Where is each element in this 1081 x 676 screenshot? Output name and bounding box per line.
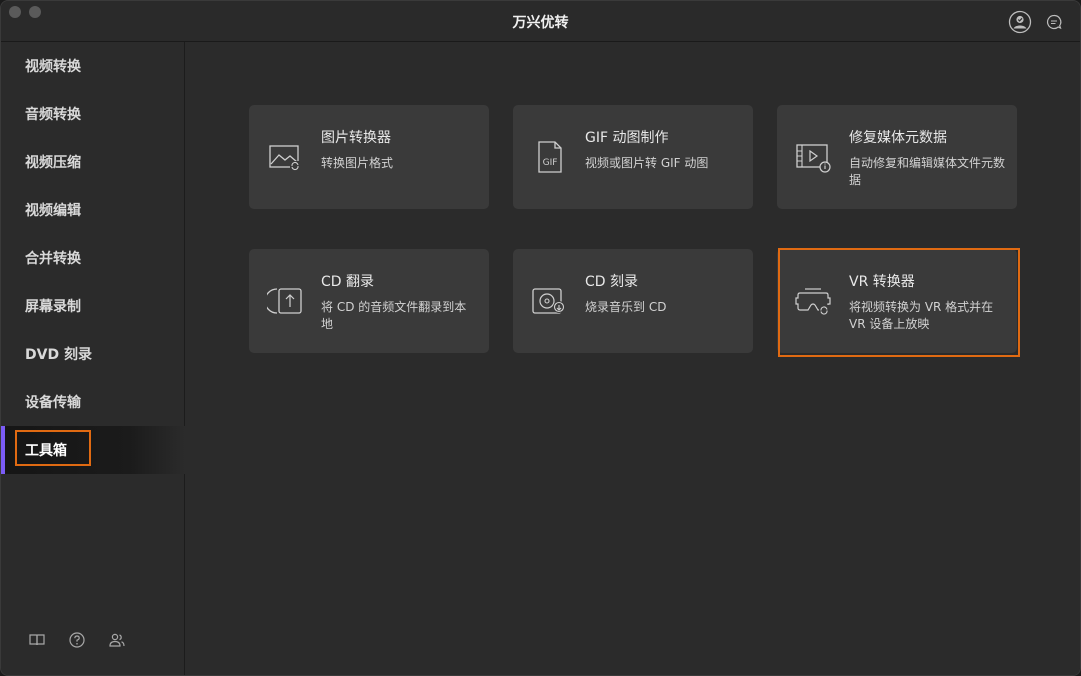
sidebar-item-toolbox[interactable]: 工具箱 xyxy=(1,426,185,474)
tool-desc: 自动修复和编辑媒体文件元数据 xyxy=(849,156,1006,187)
tool-card-cd-rip[interactable]: CD 翻录 将 CD 的音频文件翻录到本地 xyxy=(249,249,489,353)
tool-desc: 转换图片格式 xyxy=(321,156,394,170)
tool-title: CD 刻录 xyxy=(585,274,639,290)
sidebar-item-audio-convert[interactable]: 音频转换 xyxy=(1,90,185,138)
sidebar-item-label: 音频转换 xyxy=(25,107,81,123)
svg-text:GIF: GIF xyxy=(543,158,558,168)
app-window: 万兴优转 视频转换 音频转换 视频压缩 视频编辑 合并转换 屏幕录制 DVD 刻… xyxy=(0,0,1081,676)
sidebar-item-label: 合并转换 xyxy=(25,251,81,267)
metadata-icon xyxy=(796,144,831,173)
sidebar-item-label: 设备传输 xyxy=(25,395,81,411)
help-icon[interactable] xyxy=(67,630,87,650)
sidebar-item-dvd-burn[interactable]: DVD 刻录 xyxy=(1,330,185,378)
gif-icon: GIF xyxy=(538,141,562,173)
toolbox-panel: 图片转换器 转换图片格式 GIF GIF 动图制作 视频或图片转 GIF 动图 xyxy=(186,42,1080,675)
tool-card-gif-maker[interactable]: GIF GIF 动图制作 视频或图片转 GIF 动图 xyxy=(513,105,753,209)
sidebar-item-label: 视频压缩 xyxy=(25,155,81,171)
tool-desc: 视频或图片转 GIF 动图 xyxy=(585,156,709,170)
tool-title: GIF 动图制作 xyxy=(585,130,669,146)
sidebar-item-video-edit[interactable]: 视频编辑 xyxy=(1,186,185,234)
sidebar-item-label: 视频编辑 xyxy=(25,203,81,219)
tool-title: CD 翻录 xyxy=(321,274,375,290)
tool-desc: 将 CD 的音频文件翻录到本地 xyxy=(321,300,467,331)
sidebar: 视频转换 音频转换 视频压缩 视频编辑 合并转换 屏幕录制 DVD 刻录 设备传… xyxy=(1,42,185,675)
tool-card-cd-burn[interactable]: CD 刻录 烧录音乐到 CD xyxy=(513,249,753,353)
cd-rip-icon xyxy=(267,288,302,314)
tool-title: 修复媒体元数据 xyxy=(849,130,947,146)
tool-title: 图片转换器 xyxy=(321,130,391,146)
book-icon[interactable] xyxy=(27,630,47,650)
sidebar-item-label: DVD 刻录 xyxy=(25,347,92,363)
selection-highlight xyxy=(15,430,91,466)
feedback-icon[interactable] xyxy=(1042,10,1066,34)
sidebar-item-merge[interactable]: 合并转换 xyxy=(1,234,185,282)
sidebar-item-video-compress[interactable]: 视频压缩 xyxy=(1,138,185,186)
sidebar-item-device-transfer[interactable]: 设备传输 xyxy=(1,378,185,426)
title-bar: 万兴优转 xyxy=(1,1,1080,42)
image-convert-icon xyxy=(269,145,300,171)
tool-desc: 烧录音乐到 CD xyxy=(585,300,667,314)
sidebar-item-label: 视频转换 xyxy=(25,59,81,75)
account-avatar-icon[interactable] xyxy=(1008,10,1032,34)
tool-card-image-converter[interactable]: 图片转换器 转换图片格式 xyxy=(249,105,489,209)
sidebar-item-video-convert[interactable]: 视频转换 xyxy=(1,42,185,90)
sidebar-item-label: 屏幕录制 xyxy=(25,299,81,315)
tool-card-fix-metadata[interactable]: 修复媒体元数据 自动修复和编辑媒体文件元数据 xyxy=(777,105,1017,209)
sidebar-item-screen-record[interactable]: 屏幕录制 xyxy=(1,282,185,330)
selection-highlight-vr-converter xyxy=(778,248,1020,357)
cd-burn-icon xyxy=(532,288,565,314)
window-title: 万兴优转 xyxy=(512,15,569,31)
users-icon[interactable] xyxy=(107,630,127,650)
